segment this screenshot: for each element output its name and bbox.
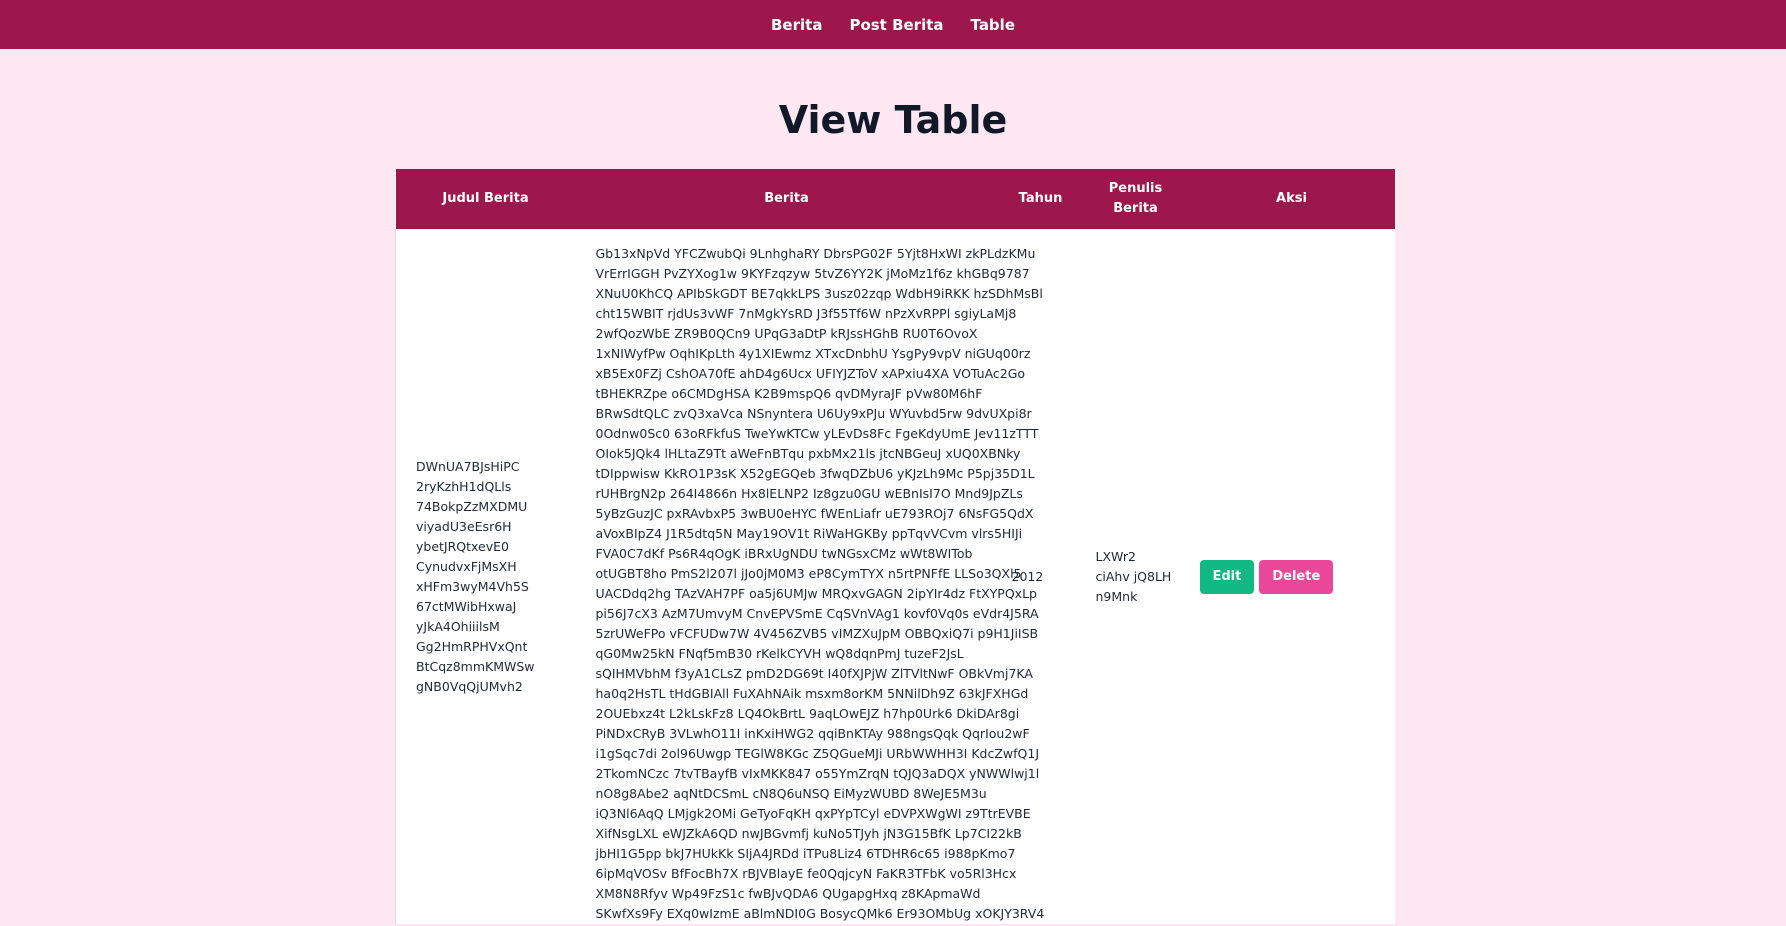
judul-line: xHFm3wyM4Vh5S bbox=[416, 578, 529, 594]
berita-line: 6ipMqVOSv BfFocBh7X rBJVBlayE fe0QqjcyN … bbox=[595, 866, 1017, 881]
header-penulis-berita: Penulis Berita bbox=[1084, 169, 1188, 229]
header-penulis-line-2: Berita bbox=[1113, 201, 1158, 216]
judul-line: DWnUA7BJsHiPC bbox=[416, 458, 520, 474]
berita-line: Gb13xNpVd YFCZwubQi 9LnhghaRY DbrsPG02F … bbox=[595, 246, 1036, 261]
table-header-row: Judul Berita Berita Tahun Penulis Berita… bbox=[395, 169, 1395, 229]
judul-line: gNB0VqQjUMvh2 bbox=[416, 678, 523, 694]
berita-line: cht15WBIT rjdUs3vWF 7nMgkYsRD J3f55Tf6W … bbox=[595, 306, 1017, 321]
berita-line: 1xNIWyfPw OqhIKpLth 4y1XIEwmz XTxcDnbhU … bbox=[595, 346, 1031, 361]
penulis-line: n9Mnk bbox=[1095, 588, 1138, 604]
table-container: Judul Berita Berita Tahun Penulis Berita… bbox=[395, 169, 1395, 926]
berita-line: iQ3Nl6AqQ LMjgk2OMi GeTyoFqKH qxPYpTCyl … bbox=[595, 806, 1031, 821]
header-judul-berita: Judul Berita bbox=[442, 191, 529, 206]
berita-line: i1gSqc7di 2ol96Uwgp TEGlW8KGc Z5QGueMJi … bbox=[595, 746, 1040, 761]
berita-line: pi56J7cX3 AzM7UmvyM CnvEPVSmE CqSVnVAg1 … bbox=[595, 606, 1039, 621]
berita-line: FVA0C7dKf Ps6R4qOgK iBRxUgNDU twNGsxCMz … bbox=[595, 546, 973, 561]
berita-line: ha0q2HsTL tHdGBIAll FuXAhNAik msxm8orKM … bbox=[595, 686, 1029, 701]
berita-line: 2OUEbxz4t L2kLskFz8 LQ4OkBrtL 9aqLOwEJZ … bbox=[595, 706, 1020, 721]
page-title: View Table bbox=[778, 98, 1008, 142]
berita-line: 2TkomNCzc 7tvTBayfB vIxMKK847 o55YmZrqN … bbox=[595, 766, 1040, 781]
cell-penulis-berita: LXWr2 ciAhv jQ8LH n9Mnk bbox=[1084, 229, 1188, 924]
cell-aksi: Edit Delete bbox=[1188, 229, 1396, 924]
berita-line: XifNsgLXL eWJZkA6QD nwJBGvmfj kuNo5TJyh … bbox=[595, 826, 1022, 841]
berita-line: SKwfXs9Fy EXq0wIzmE aBlmNDI0G BosycQMk6 … bbox=[595, 906, 1045, 921]
berita-line: UACDdq2hg TAzVAH7PF oa5j6UMJw MRQxvGAGN … bbox=[595, 586, 1037, 601]
berita-line: OIok5JQk4 lHLtaZ9Tt aWeFnBTqu pxbMx21ls … bbox=[595, 446, 1021, 461]
berita-line: VrErrIGGH PvZYXog1w 9KYFzqzyw 5tvZ6YY2K … bbox=[595, 266, 1030, 281]
penulis-line: ciAhv jQ8LH bbox=[1095, 568, 1172, 584]
berita-line: tBHEKRZpe o6CMDgHSA K2B9mspQ6 qvDMyraJF … bbox=[595, 386, 983, 401]
header-berita: Berita bbox=[764, 191, 809, 206]
berita-line: qG0Mw25kN FNqf5mB30 rKelkCYVH wQ8dqnPmJ … bbox=[595, 646, 964, 661]
judul-line: 67ctMWibHxwaJ bbox=[416, 598, 517, 614]
berita-line: PiNDxCRyB 3VLwhO11I inKxiHWG2 qqiBnKTAy … bbox=[595, 726, 1030, 741]
berita-line: aVoxBIpZ4 J1R5dtq5N May19OV1t RiWaHGKBy … bbox=[595, 526, 1023, 541]
header-aksi: Aksi bbox=[1276, 191, 1307, 206]
nav-link-table[interactable]: Table bbox=[971, 15, 1015, 34]
edit-button[interactable]: Edit bbox=[1199, 559, 1255, 594]
berita-line: XM8N8Rfyv Wp49FzS1c fwBJvQDA6 QUgapgHxq … bbox=[595, 886, 981, 901]
berita-line: nO8g8Abe2 aqNtDCSmL cN8Q6uNSQ EiMyzWUBD … bbox=[595, 786, 987, 801]
judul-line: 74BokpZzMXDMU bbox=[416, 498, 528, 514]
judul-line: ybetJRQtxevE0 bbox=[416, 538, 509, 554]
penulis-line: LXWr2 bbox=[1095, 548, 1136, 564]
delete-button[interactable]: Delete bbox=[1259, 559, 1334, 594]
berita-line: 5zrUWeFPo vFCFUDw7W 4V456ZVB5 vIMZXuJpM … bbox=[595, 626, 1039, 641]
berita-line: jbHI1G5pp bkJ7HUkKk SIjA4JRDd iTPu8Liz4 … bbox=[595, 846, 1016, 861]
header-tahun: Tahun bbox=[1018, 191, 1063, 206]
berita-line: XNuU0KhCQ APIbSkGDT BE7qkkLPS 3usz02zqp … bbox=[595, 286, 1043, 301]
berita-line: 0Odnw0Sc0 63oRFkfuS TweYwKTCw yLEvDs8Fc … bbox=[595, 426, 1039, 441]
judul-line: Gg2HmRPHVxQnt bbox=[416, 638, 528, 654]
berita-line: otUGBT8ho PmS2l207l jJo0jM0M3 eP8CymTYX … bbox=[595, 566, 1022, 581]
table-row: DWnUA7BJsHiPC 2ryKzhH1dQLls 74BokpZzMXDMU v… bbox=[395, 229, 1396, 924]
berita-line: tDIppwisw KkRO1P3sK X52gEGQeb 3fwqDZbU6 … bbox=[595, 466, 1035, 481]
news-table: Judul Berita Berita Tahun Penulis Berita… bbox=[395, 169, 1395, 924]
top-navbar: Berita Post Berita Table bbox=[0, 0, 1786, 49]
cell-berita: Gb13xNpVd YFCZwubQi 9LnhghaRY DbrsPG02F … bbox=[576, 229, 1045, 924]
penulis-text: LXWr2 ciAhv jQ8LH n9Mnk bbox=[1096, 547, 1188, 607]
nav-link-post-berita[interactable]: Post Berita bbox=[849, 15, 943, 34]
berita-line: rUHBrgN2p 264I4866n Hx8lELNP2 Iz8gzu0GU … bbox=[595, 486, 1023, 501]
berita-line: sQIHMVbhM f3yA1CLsZ pmD2DG69t I40fXJPjW … bbox=[595, 666, 1033, 681]
table-body: DWnUA7BJsHiPC 2ryKzhH1dQLls 74BokpZzMXDMU v… bbox=[395, 229, 1396, 924]
judul-text: DWnUA7BJsHiPC 2ryKzhH1dQLls 74BokpZzMXDMU v… bbox=[416, 457, 570, 697]
berita-line: 2wfQozWbE ZR9B0QCn9 UPqG3aDtP kRJssHGhB … bbox=[595, 326, 978, 341]
table-header: Judul Berita Berita Tahun Penulis Berita… bbox=[395, 169, 1395, 229]
judul-line: BtCqz8mmKMWSw bbox=[416, 658, 535, 674]
header-penulis-line-1: Penulis bbox=[1108, 181, 1163, 196]
berita-line: BRwSdtQLC zvQ3xaVca NSnyntera U6Uy9xPJu … bbox=[595, 406, 1032, 421]
judul-line: CynudvxFjMsXH bbox=[416, 558, 517, 574]
judul-line: yJkA4OhiiilsM bbox=[416, 618, 500, 634]
berita-line: 5yBzGuzJC pxRAvbxP5 3wBU0eHYC fWEnLiafr … bbox=[595, 506, 1034, 521]
nav-link-berita[interactable]: Berita bbox=[771, 15, 822, 34]
judul-line: viyadU3eEsr6H bbox=[416, 518, 512, 534]
judul-line: 2ryKzhH1dQLls bbox=[416, 478, 512, 494]
berita-line: xB5Ex0FZj CshOA70fE ahD4g6Ucx UFIYJZToV … bbox=[595, 366, 1026, 381]
cell-judul-berita: DWnUA7BJsHiPC 2ryKzhH1dQLls 74BokpZzMXDMU v… bbox=[396, 229, 576, 924]
berita-text: Gb13xNpVd YFCZwubQi 9LnhghaRY DbrsPG02F … bbox=[595, 244, 1045, 924]
